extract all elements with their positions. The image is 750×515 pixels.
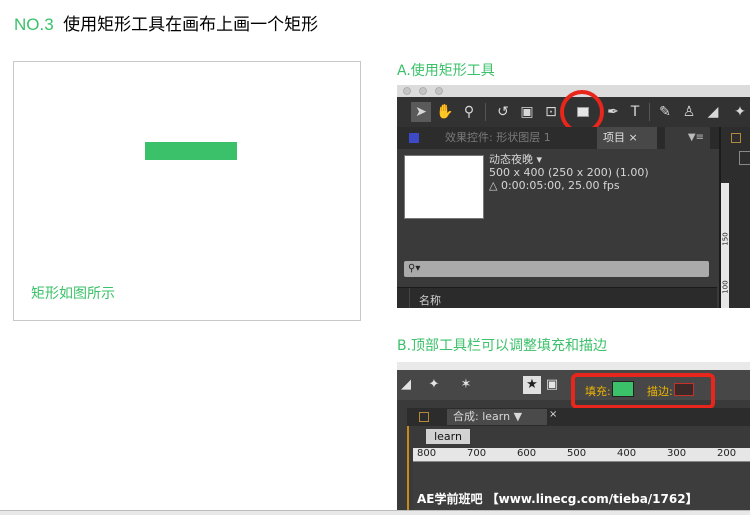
page-bottom-edge [0, 510, 750, 515]
star-toggle-icon[interactable]: ★ [523, 376, 541, 394]
eraser-tool-icon[interactable]: ◢ [703, 102, 723, 122]
mask-toggle-icon[interactable]: ▣ [543, 376, 561, 394]
step-title: 使用矩形工具在画布上画一个矩形 [63, 15, 319, 35]
panel-color-icon [409, 133, 419, 143]
ruler-mark: 500 [567, 448, 587, 459]
text-tool-icon[interactable]: T [625, 102, 645, 122]
rotate-tool-icon[interactable]: ↺ [493, 102, 513, 122]
panel-lock-icon [731, 133, 741, 143]
lock-icon[interactable] [419, 412, 429, 422]
panel-tabs: 效果控件: 形状图层 1 项目 × ▼≡ [397, 127, 750, 149]
composition-thumbnail [404, 155, 484, 219]
ruler-mark: 150 [721, 232, 730, 246]
toolbar-divider [485, 103, 486, 121]
section-b-label: B.顶部工具栏可以调整填充和描边 [397, 338, 608, 354]
puppet-tool-icon[interactable]: ✦ [425, 376, 443, 394]
composition-name[interactable]: 动态夜晚 ▾ [489, 153, 649, 166]
toolbar-divider [649, 103, 650, 121]
column-name[interactable]: 名称 [419, 292, 441, 308]
screenshot-fill-stroke: ◢ ✦ ✶ ★ ▣ 填充: 描边: 合成: learn ▼ × learn 80… [397, 362, 750, 515]
eraser-tool-icon[interactable]: ◢ [397, 376, 415, 394]
ruler-mark: 300 [667, 448, 687, 459]
window-minimize-button[interactable] [419, 87, 427, 95]
ruler-mark: 400 [617, 448, 637, 459]
zoom-tool-icon[interactable]: ⚲ [459, 102, 479, 122]
ruler-mark: 100 [721, 280, 730, 294]
page-title: NO.3 使用矩形工具在画布上画一个矩形 [14, 10, 318, 35]
pen-tool-icon[interactable]: ✒ [603, 102, 623, 122]
window-close-button[interactable] [403, 87, 411, 95]
panel-menu-icon[interactable]: ▼≡ [665, 127, 710, 149]
demo-caption: 矩形如图所示 [31, 286, 115, 302]
panel-button[interactable] [739, 151, 750, 165]
section-a-label: A.使用矩形工具 [397, 63, 495, 79]
composition-viewer [413, 462, 750, 515]
horizontal-ruler: 800 700 600 500 400 300 200 [413, 448, 750, 462]
brush-tool-icon[interactable]: ✎ [655, 102, 675, 122]
screenshot-rectangle-tool: ➤ ✋ ⚲ ↺ ▣ ⊡ ✒ T ✎ ♙ ◢ ✦ 效果控件: 形状图层 1 项目 … [397, 85, 750, 308]
selection-tool-icon[interactable]: ➤ [411, 102, 431, 122]
composition-tabs: 合成: learn ▼ × [407, 408, 750, 426]
demo-canvas: 矩形如图所示 [13, 61, 361, 321]
column-divider [409, 288, 410, 308]
green-rectangle [145, 142, 237, 160]
step-number: NO.3 [14, 15, 54, 34]
close-icon[interactable]: × [549, 409, 557, 420]
watermark: AE学前班吧 【www.linecg.com/tieba/1762】 [417, 492, 698, 506]
camera-tool-icon[interactable]: ▣ [517, 102, 537, 122]
highlight-box [571, 373, 715, 409]
composition-info: 动态夜晚 ▾ 500 x 400 (250 x 200) (1.00) △ 0:… [489, 153, 649, 192]
search-icon: ⚲▾ [408, 263, 421, 274]
window-zoom-button[interactable] [435, 87, 443, 95]
ruler-mark: 600 [517, 448, 537, 459]
project-list-header: 名称 [397, 287, 717, 308]
ruler-mark: 200 [717, 448, 737, 459]
project-search-input[interactable]: ⚲▾ [404, 261, 709, 277]
composition-duration: △ 0:00:05:00, 25.00 fps [489, 179, 620, 192]
tab-composition-learn[interactable]: 合成: learn ▼ [447, 409, 547, 425]
composition-breadcrumb[interactable]: learn [426, 429, 470, 444]
pin-tool-icon[interactable]: ✶ [457, 376, 475, 394]
puppet-tool-icon[interactable]: ✦ [730, 102, 750, 122]
tab-effect-controls[interactable]: 效果控件: 形状图层 1 [397, 127, 597, 149]
pan-behind-tool-icon[interactable]: ⊡ [541, 102, 561, 122]
hand-tool-icon[interactable]: ✋ [435, 102, 455, 122]
vertical-ruler: 150 100 [721, 183, 730, 308]
ruler-mark: 700 [467, 448, 487, 459]
tab-project[interactable]: 项目 × [597, 127, 657, 149]
clone-stamp-tool-icon[interactable]: ♙ [679, 102, 699, 122]
ruler-mark: 800 [417, 448, 437, 459]
composition-panel-edge: 150 100 [719, 127, 750, 308]
composition-size: 500 x 400 (250 x 200) (1.00) [489, 166, 649, 179]
